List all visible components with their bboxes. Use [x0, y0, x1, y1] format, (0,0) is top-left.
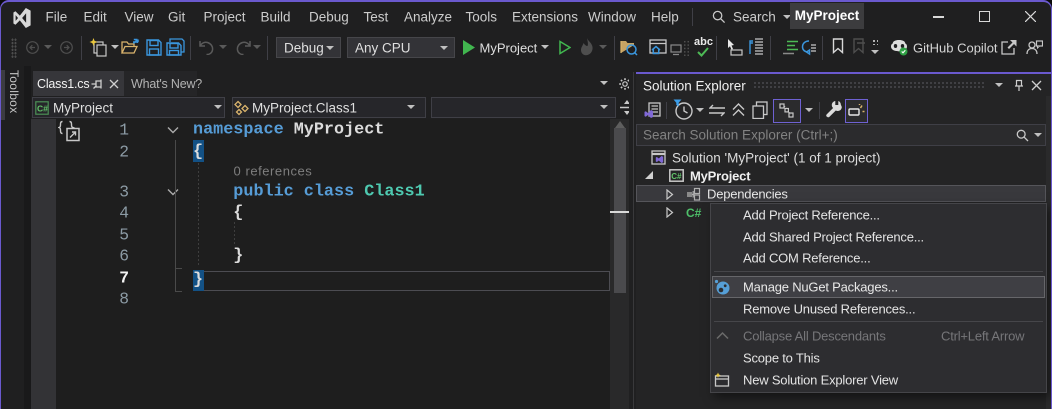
- svg-text:C#: C#: [671, 172, 682, 181]
- svg-text:C#: C#: [37, 103, 48, 113]
